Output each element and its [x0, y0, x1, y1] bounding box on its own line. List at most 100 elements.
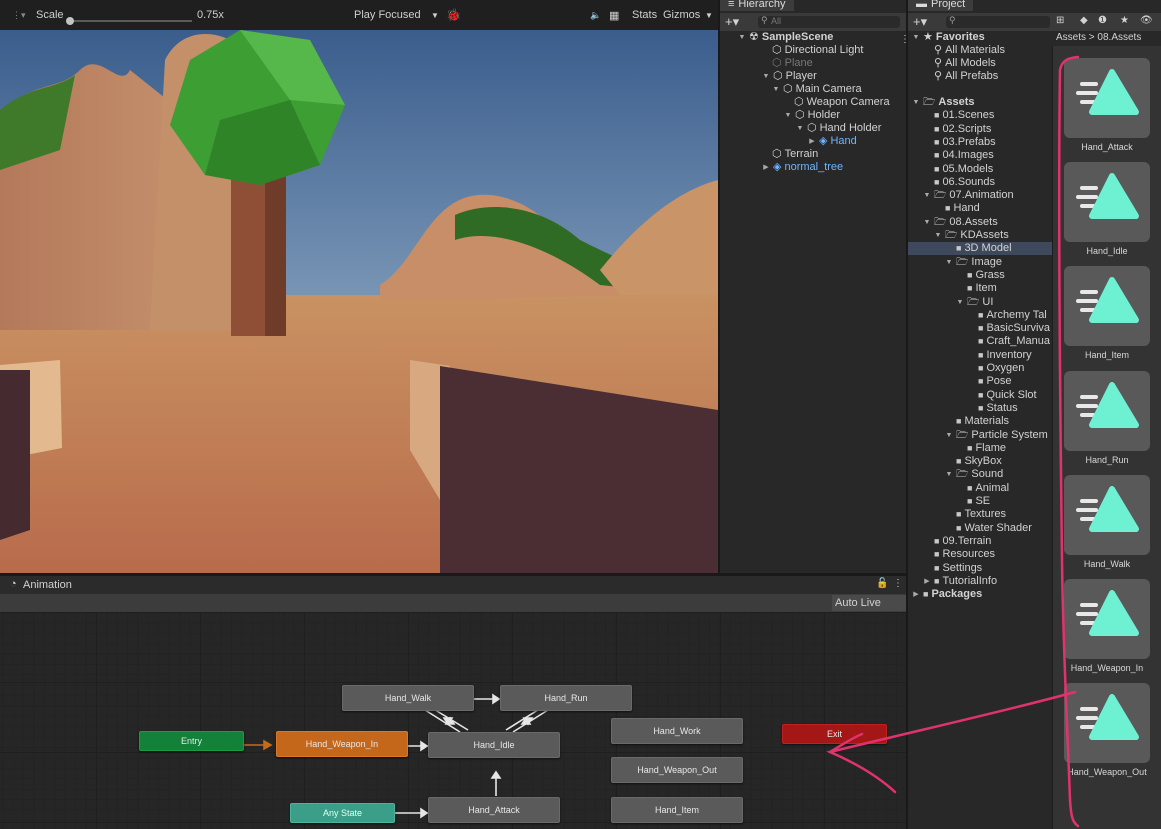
filter-type-icon[interactable]: ⊞ [1056, 15, 1064, 26]
tree-item[interactable]: ▼ ⬡ Holder [784, 109, 840, 122]
project-folder-item[interactable]: ▼ 🗁 Image [945, 256, 1002, 269]
chevron-down-icon[interactable]: ▼ [431, 0, 439, 30]
chevron-down-icon[interactable]: ▼ [923, 189, 931, 202]
project-folder-item[interactable]: ■ SE [956, 495, 990, 508]
grid-toggle-icon[interactable]: ▦ [609, 0, 619, 30]
state-exit[interactable]: Exit [782, 724, 887, 744]
asset-item[interactable]: Hand_Run [1053, 365, 1161, 469]
project-folder-item[interactable]: ■ Resources [923, 548, 995, 561]
project-folder-item[interactable]: ■ 05.Models [923, 163, 993, 176]
breadcrumb-item[interactable]: 08.Assets [1097, 32, 1141, 43]
favorite-item[interactable]: ⚲ All Materials [934, 44, 1005, 57]
state-hand-idle[interactable]: Hand_Idle [428, 732, 560, 758]
project-folder-item[interactable]: ▼ 🗁 Particle System [945, 429, 1048, 442]
project-folder-item[interactable]: ■ Animal [956, 482, 1009, 495]
tree-item[interactable]: ⬡ Plane [772, 57, 813, 70]
project-folder-item[interactable]: ▶ ■ TutorialInfo [923, 575, 997, 588]
bug-icon[interactable]: 🐞 [446, 0, 461, 30]
audio-icon[interactable]: 🔈 [590, 0, 601, 30]
chevron-down-icon[interactable]: ▼ [945, 429, 953, 442]
state-any-state[interactable]: Any State [290, 803, 395, 823]
chevron-right-icon[interactable]: ▶ [923, 575, 931, 588]
tree-item[interactable]: ⬡ Directional Light [772, 44, 863, 57]
project-folder-item[interactable]: ■ 04.Images [923, 149, 994, 162]
state-hand-weapon-out[interactable]: Hand_Weapon_Out [611, 757, 743, 783]
tab-hierarchy[interactable]: ≡ Hierarchy [720, 0, 794, 11]
animator-graph[interactable]: Hand_Walk Hand_Run Hand_Work Entry Hand_… [0, 612, 906, 829]
filter-label-icon[interactable]: ◆ [1080, 15, 1088, 26]
lock-icon[interactable]: 🔓 [876, 578, 888, 589]
tab-animation[interactable]: Animation [23, 579, 72, 591]
project-folder-item[interactable]: ■ SkyBox [945, 455, 1002, 468]
tree-item[interactable]: ⬡ Weapon Camera [794, 96, 890, 109]
chevron-down-icon[interactable]: ▼ [945, 468, 953, 481]
asset-item[interactable]: Hand_Weapon_Out [1053, 677, 1161, 781]
play-mode-dropdown[interactable]: Play Focused [354, 0, 421, 30]
chevron-down-icon[interactable]: ▼ [934, 229, 942, 242]
state-hand-run[interactable]: Hand_Run [500, 685, 632, 711]
chevron-down-icon[interactable]: ▼ [705, 0, 713, 30]
tree-item[interactable]: ▼ ☢ SampleScene [739, 31, 834, 44]
gizmos-button[interactable]: Gizmos [663, 0, 700, 30]
project-folder-item[interactable]: ■ Settings [923, 562, 982, 575]
project-folder-item[interactable]: ■ 02.Scripts [923, 123, 991, 136]
project-folder-item[interactable]: ▼ 🗁 UI [956, 296, 994, 309]
project-folder-item[interactable]: ■ 03.Prefabs [923, 136, 996, 149]
state-hand-item[interactable]: Hand_Item [611, 797, 743, 823]
project-folder-item[interactable]: ■ Grass [956, 269, 1005, 282]
favorite-item[interactable]: ⚲ All Prefabs [934, 70, 998, 83]
project-folder-item[interactable]: ■ Oxygen [967, 362, 1024, 375]
project-folder-item[interactable]: ■ Status [967, 402, 1018, 415]
project-search-input[interactable]: ⚲ [946, 15, 1050, 28]
project-folder-item[interactable]: ■ Item [956, 282, 997, 295]
tree-item[interactable]: ▼ ⬡ Hand Holder [796, 122, 882, 135]
tree-item[interactable]: ▶ ◈ normal_tree [762, 161, 843, 174]
project-folder-item[interactable]: ■ Materials [945, 415, 1009, 428]
chevron-right-icon[interactable]: ▶ [912, 588, 920, 601]
alert-icon[interactable]: ❶ [1098, 15, 1107, 26]
visibility-icon[interactable]: 👁 [1140, 15, 1153, 26]
project-folder-item[interactable]: ■ 06.Sounds [923, 176, 995, 189]
asset-item[interactable]: Hand_Attack [1053, 52, 1161, 156]
add-icon[interactable]: +▾ [913, 14, 927, 30]
project-folder-item[interactable]: ■ Pose [967, 375, 1012, 388]
tree-item[interactable]: ▼ ⬡ Player [762, 70, 817, 83]
chevron-down-icon[interactable]: ▼ [956, 296, 964, 309]
scale-slider[interactable] [68, 20, 192, 22]
scale-slider-thumb[interactable] [66, 17, 74, 25]
state-entry[interactable]: Entry [139, 731, 244, 751]
project-folder-item[interactable]: ▶ ■ Packages [912, 588, 982, 601]
project-folder-item[interactable]: ■ Textures [945, 508, 1006, 521]
project-folder-item[interactable]: ■ Archemy Tal [967, 309, 1047, 322]
auto-live-link-button[interactable]: Auto Live Link [832, 595, 906, 625]
stats-button[interactable]: Stats [632, 0, 657, 30]
favorite-item[interactable]: ⚲ All Models [934, 57, 996, 70]
chevron-down-icon[interactable]: ▼ [912, 96, 920, 109]
scene-viewport[interactable] [0, 30, 718, 573]
more-options-icon[interactable]: ⋮ [893, 578, 903, 589]
tree-item[interactable]: ⬡ Terrain [772, 148, 818, 161]
asset-item[interactable]: Hand_Item [1053, 260, 1161, 364]
asset-item[interactable]: Hand_Idle [1053, 156, 1161, 260]
star-icon[interactable]: ★ [1120, 15, 1129, 26]
scene-view[interactable]: ⋮▾ Scale 0.75x Play Focused ▼ 🐞 🔈 ▦ Stat… [0, 0, 718, 573]
project-folder-item[interactable]: ■ Quick Slot [967, 389, 1037, 402]
state-hand-walk[interactable]: Hand_Walk [342, 685, 474, 711]
project-folder-item[interactable]: ▼ 🗁 Sound [945, 468, 1004, 481]
tab-project[interactable]: ▬ Project [908, 0, 974, 11]
project-folder-item[interactable]: ■ 01.Scenes [923, 109, 994, 122]
state-hand-work[interactable]: Hand_Work [611, 718, 743, 744]
asset-item[interactable]: Hand_Weapon_In [1053, 573, 1161, 677]
project-folder-item[interactable]: ▼ 🗁 KDAssets [934, 229, 1009, 242]
hierarchy-search-input[interactable]: ⚲ All [758, 15, 900, 28]
project-folder-item[interactable]: ■ Craft_Manua [967, 335, 1050, 348]
project-folder-item[interactable]: ■ 09.Terrain [923, 535, 991, 548]
state-hand-weapon-in[interactable]: Hand_Weapon_In [276, 731, 408, 757]
project-folder-item[interactable]: ▼ 🗁 Assets [912, 96, 975, 109]
project-folder-item[interactable]: ■ Water Shader [945, 522, 1032, 535]
project-folder-item[interactable]: ■ Flame [956, 442, 1006, 455]
favorites-header[interactable]: ▼ ★ Favorites [912, 31, 985, 44]
tree-item[interactable]: ▶ ◈ Hand [808, 135, 856, 148]
project-folder-item[interactable]: ▼ 🗁 07.Animation [923, 189, 1014, 202]
project-folder-item[interactable]: ■ Inventory [967, 349, 1032, 362]
